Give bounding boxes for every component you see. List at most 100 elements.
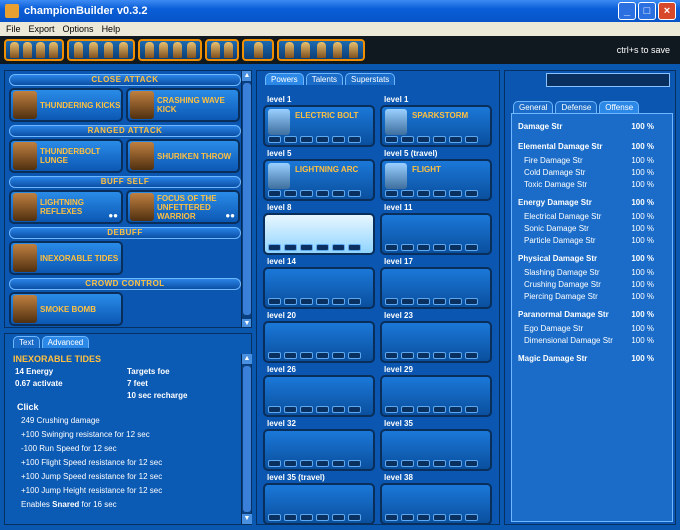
advantage-pip[interactable]	[433, 136, 446, 143]
advantage-pip[interactable]	[449, 244, 462, 251]
advantage-pip[interactable]	[348, 298, 361, 305]
advantage-pip[interactable]	[332, 244, 345, 251]
menu-help[interactable]: Help	[102, 24, 121, 34]
tab-text[interactable]: Text	[13, 336, 40, 348]
advantage-pip[interactable]	[465, 244, 478, 251]
tab-superstats[interactable]: Superstats	[345, 73, 396, 85]
advantage-pip[interactable]	[268, 190, 281, 197]
advantage-pip[interactable]	[433, 352, 446, 359]
power-button[interactable]: SHURIKEN THROW	[126, 139, 240, 173]
power-slot[interactable]	[380, 483, 492, 525]
power-slot[interactable]	[380, 375, 492, 417]
advantage-pip[interactable]	[433, 406, 446, 413]
power-slot[interactable]	[380, 267, 492, 309]
advantage-pip[interactable]	[300, 190, 313, 197]
advantage-pip[interactable]	[449, 190, 462, 197]
advantage-pip[interactable]	[284, 406, 297, 413]
power-slot[interactable]	[380, 321, 492, 363]
advantage-pip[interactable]	[316, 136, 329, 143]
power-list-scrollbar[interactable]: ▲ ▼	[241, 71, 251, 327]
advantage-pip[interactable]	[348, 190, 361, 197]
power-button[interactable]: SMOKE BOMB	[9, 292, 123, 326]
advantage-pip[interactable]	[465, 460, 478, 467]
advantage-pip[interactable]	[401, 190, 414, 197]
maximize-button[interactable]: □	[638, 2, 656, 20]
advantage-pip[interactable]	[268, 352, 281, 359]
advantage-pip[interactable]	[348, 406, 361, 413]
power-slot[interactable]	[263, 483, 375, 525]
advantage-pip[interactable]	[268, 460, 281, 467]
advantage-pip[interactable]	[385, 352, 398, 359]
advantage-pip[interactable]	[284, 190, 297, 197]
advantage-pip[interactable]	[284, 460, 297, 467]
power-button[interactable]: FOCUS OF THE UNFETTERED WARRIOR ●●	[126, 190, 240, 224]
advantage-pip[interactable]	[385, 514, 398, 521]
advantage-pip[interactable]	[449, 514, 462, 521]
framework-button-3[interactable]	[138, 39, 202, 61]
power-slot[interactable]: FLIGHT	[380, 159, 492, 201]
advantage-pip[interactable]	[284, 136, 297, 143]
advantage-pip[interactable]	[348, 136, 361, 143]
tab-powers[interactable]: Powers	[265, 73, 304, 85]
scroll-up-icon[interactable]: ▲	[242, 354, 252, 364]
menu-export[interactable]: Export	[29, 24, 55, 34]
advantage-pip[interactable]	[433, 460, 446, 467]
advantage-pip[interactable]	[332, 514, 345, 521]
advantage-pip[interactable]	[401, 244, 414, 251]
advantage-pip[interactable]	[401, 136, 414, 143]
advantage-pip[interactable]	[316, 514, 329, 521]
advantage-pip[interactable]	[385, 406, 398, 413]
advantage-pip[interactable]	[300, 514, 313, 521]
advantage-pip[interactable]	[401, 514, 414, 521]
advantage-pip[interactable]	[300, 298, 313, 305]
advantage-pip[interactable]	[332, 352, 345, 359]
scroll-down-icon[interactable]: ▼	[242, 319, 251, 327]
advantage-pip[interactable]	[465, 352, 478, 359]
power-button[interactable]: CRASHING WAVE KICK	[126, 88, 240, 122]
advantage-pip[interactable]	[385, 298, 398, 305]
advantage-pip[interactable]	[433, 190, 446, 197]
advantage-pip[interactable]	[332, 298, 345, 305]
advantage-pip[interactable]	[316, 460, 329, 467]
framework-button-4[interactable]	[205, 39, 239, 61]
advantage-pip[interactable]	[300, 352, 313, 359]
category-header[interactable]: BUFF SELF	[9, 176, 241, 188]
menu-file[interactable]: File	[6, 24, 21, 34]
advantage-pip[interactable]	[316, 244, 329, 251]
category-header[interactable]: DEBUFF	[9, 227, 241, 239]
advantage-pip[interactable]	[465, 190, 478, 197]
advantage-pip[interactable]	[300, 244, 313, 251]
advantage-pip[interactable]	[465, 298, 478, 305]
stat-search-field[interactable]	[546, 73, 670, 87]
advantage-pip[interactable]	[316, 298, 329, 305]
tab-talents[interactable]: Talents	[305, 73, 344, 85]
advantage-pip[interactable]	[385, 460, 398, 467]
advantage-pip[interactable]	[449, 136, 462, 143]
advantage-pip[interactable]	[417, 244, 430, 251]
power-slot[interactable]: ELECTRIC BOLT	[263, 105, 375, 147]
scroll-down-icon[interactable]: ▼	[242, 514, 252, 524]
advantage-pip[interactable]	[449, 460, 462, 467]
advantage-pip[interactable]	[268, 514, 281, 521]
power-slot[interactable]: SPARKSTORM	[380, 105, 492, 147]
advantage-pip[interactable]	[316, 406, 329, 413]
advantage-pip[interactable]	[449, 352, 462, 359]
advantage-pip[interactable]	[417, 190, 430, 197]
power-slot[interactable]	[263, 429, 375, 471]
advantage-pip[interactable]	[268, 406, 281, 413]
power-slot[interactable]: LIGHTNING ARC	[263, 159, 375, 201]
power-button[interactable]: LIGHTNING REFLEXES ●●	[9, 190, 123, 224]
power-slot[interactable]	[380, 429, 492, 471]
advantage-pip[interactable]	[385, 190, 398, 197]
advantage-pip[interactable]	[284, 244, 297, 251]
advantage-pip[interactable]	[417, 460, 430, 467]
advantage-pip[interactable]	[465, 406, 478, 413]
info-scrollbar[interactable]: ▲ ▼	[241, 354, 252, 524]
advantage-pip[interactable]	[348, 514, 361, 521]
category-header[interactable]: CLOSE ATTACK	[9, 74, 241, 86]
power-button[interactable]: INEXORABLE TIDES	[9, 241, 123, 275]
power-slot[interactable]	[263, 321, 375, 363]
power-slot[interactable]	[263, 267, 375, 309]
advantage-pip[interactable]	[284, 298, 297, 305]
advantage-pip[interactable]	[417, 298, 430, 305]
